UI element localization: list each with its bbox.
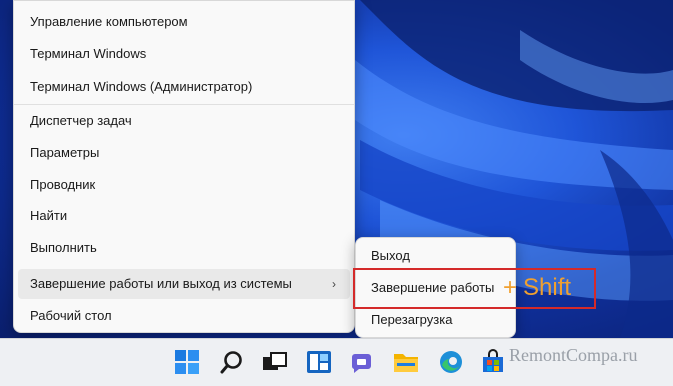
menu-item-shutdown-or-signout[interactable]: Завершение работы или выход из системы › bbox=[18, 269, 350, 299]
submenu-item-sign-out[interactable]: Выход bbox=[360, 241, 512, 271]
chevron-right-icon: › bbox=[332, 277, 336, 291]
file-explorer-icon[interactable] bbox=[393, 349, 419, 375]
store-icon[interactable] bbox=[480, 349, 506, 375]
shift-key-label: Shift bbox=[523, 274, 572, 301]
menu-item-search[interactable]: Найти bbox=[18, 201, 350, 231]
menu-item-run[interactable]: Выполнить bbox=[18, 233, 350, 263]
watermark: RemontCompa.ru bbox=[509, 345, 638, 365]
menu-item-settings[interactable]: Параметры bbox=[18, 138, 350, 168]
submenu-item-restart[interactable]: Перезагрузка bbox=[360, 305, 512, 335]
menu-item-windows-terminal-admin[interactable]: Терминал Windows (Администратор) bbox=[18, 72, 350, 102]
edge-icon[interactable] bbox=[438, 349, 464, 375]
widgets-icon[interactable] bbox=[306, 349, 332, 375]
menu-separator bbox=[14, 104, 354, 105]
context-menu: Управление компьютером Терминал Windows … bbox=[13, 0, 355, 333]
shift-hint: + Shift bbox=[503, 272, 571, 304]
plus-sign: + bbox=[503, 274, 518, 301]
search-icon[interactable] bbox=[219, 349, 245, 375]
start-icon[interactable] bbox=[174, 349, 200, 375]
chat-icon[interactable] bbox=[349, 349, 375, 375]
menu-item-file-explorer[interactable]: Проводник bbox=[18, 170, 350, 200]
menu-item-task-manager[interactable]: Диспетчер задач bbox=[18, 106, 350, 136]
task-view-icon[interactable] bbox=[262, 349, 288, 375]
menu-item-computer-management[interactable]: Управление компьютером bbox=[18, 7, 350, 37]
menu-item-shutdown-label: Завершение работы или выход из системы bbox=[30, 276, 292, 291]
menu-item-windows-terminal[interactable]: Терминал Windows bbox=[18, 39, 350, 69]
menu-item-desktop[interactable]: Рабочий стол bbox=[18, 301, 350, 331]
